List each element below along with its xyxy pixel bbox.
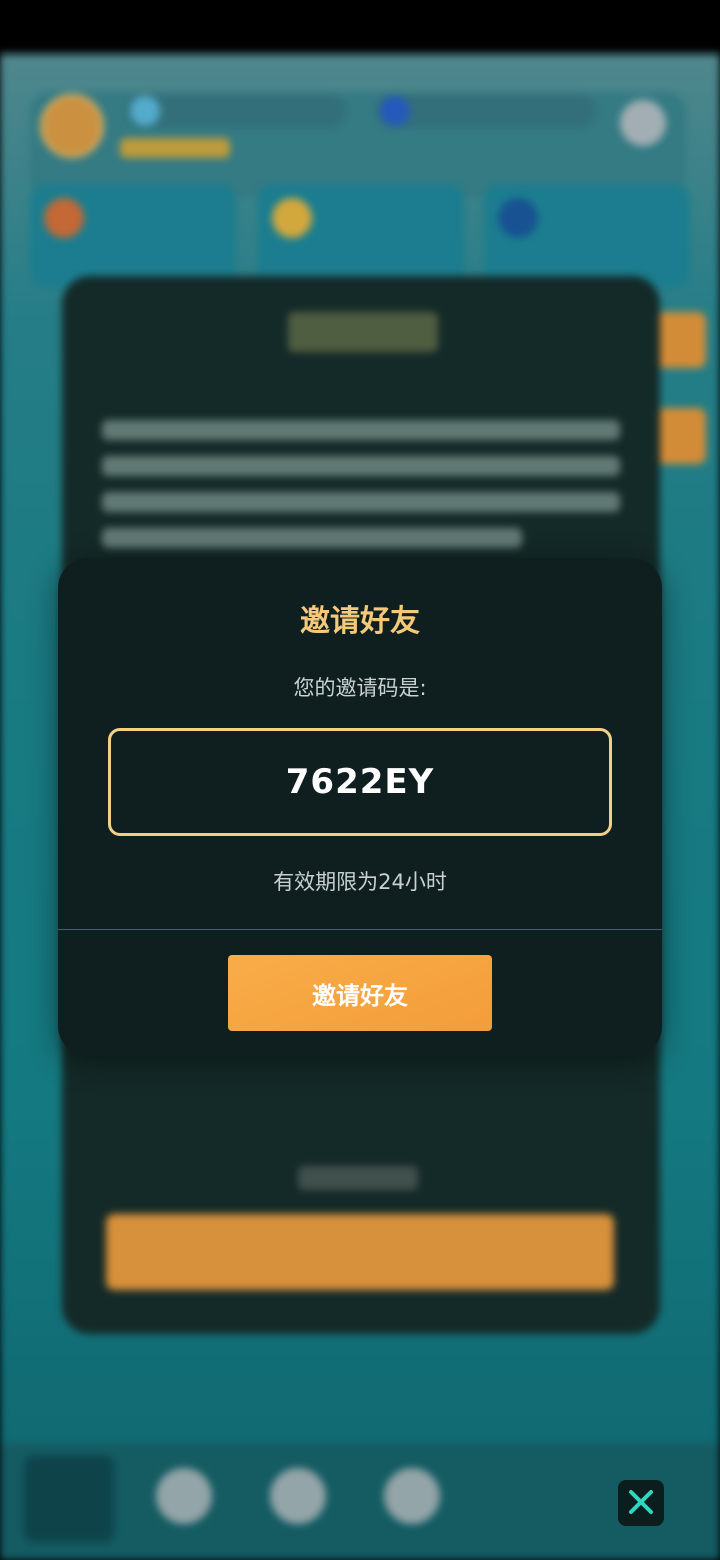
validity-note: 有效期限为24小时 <box>273 870 447 894</box>
invite-code-label: 您的邀请码是: <box>293 676 427 700</box>
invite-dialog: 邀请好友 您的邀请码是: 7622EY 有效期限为24小时 邀请好友 <box>58 558 662 1056</box>
dialog-divider <box>58 929 662 930</box>
close-icon <box>626 1487 656 1520</box>
invite-code-value: 7622EY <box>285 762 435 802</box>
dialog-title: 邀请好友 <box>300 604 420 639</box>
close-button[interactable] <box>618 1480 664 1526</box>
invite-friends-button[interactable]: 邀请好友 <box>228 955 492 1031</box>
screen: 邀请好友 您的邀请码是: 7622EY 有效期限为24小时 邀请好友 <box>0 0 720 1560</box>
invite-code-box[interactable]: 7622EY <box>108 728 612 836</box>
status-bar <box>0 0 720 54</box>
